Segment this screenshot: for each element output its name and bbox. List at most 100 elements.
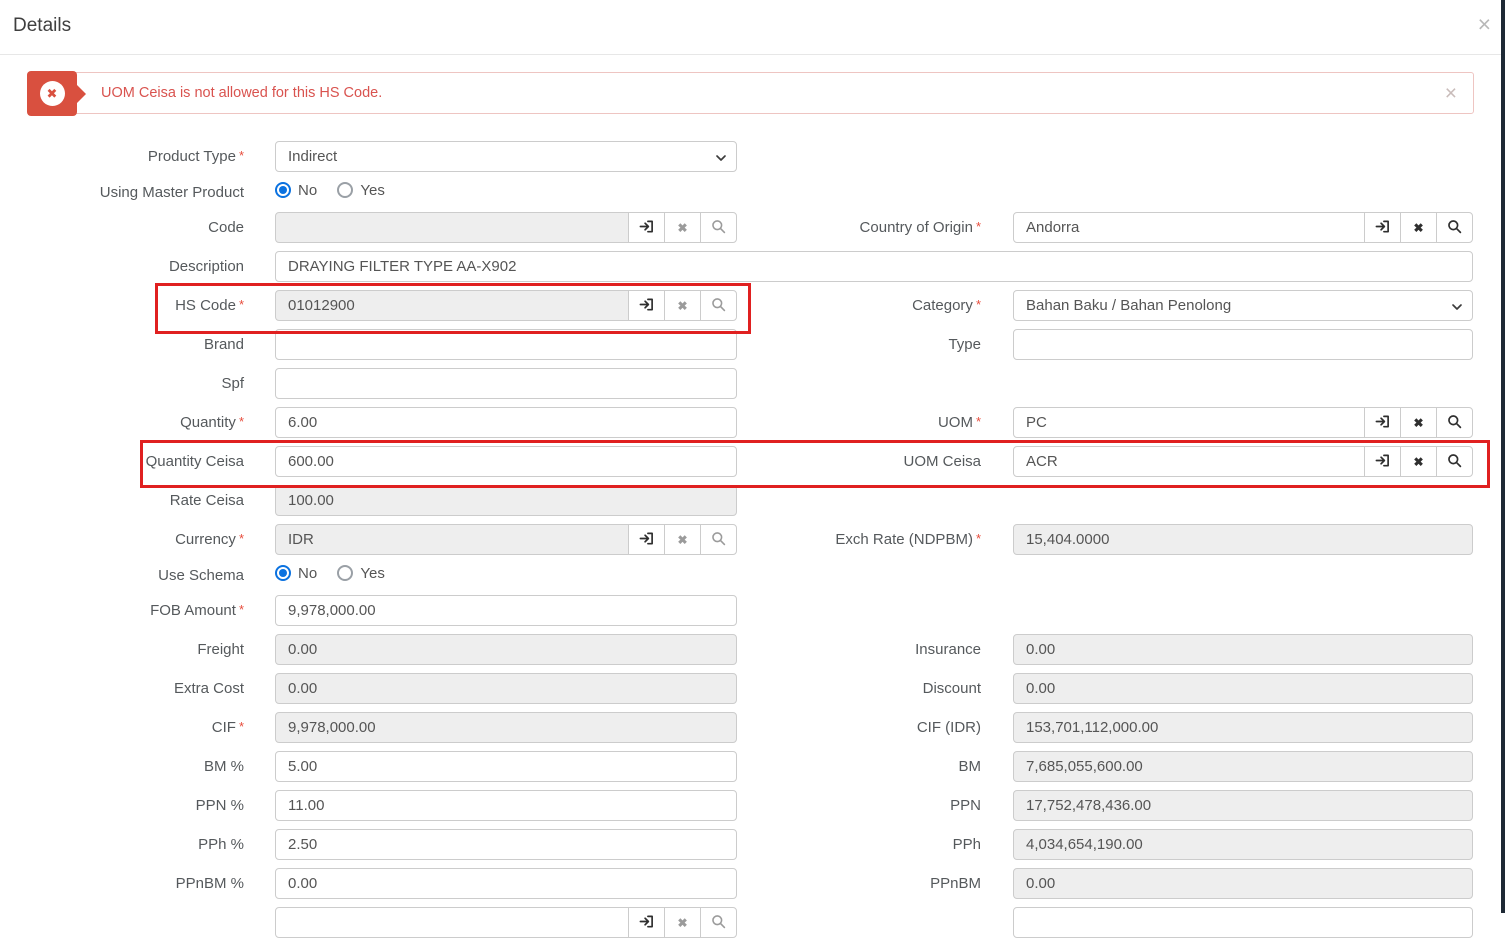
sign-in-icon	[639, 297, 654, 315]
clear-icon: ✖	[677, 917, 687, 929]
sign-in-icon	[1375, 453, 1390, 471]
hs-code-clear-button[interactable]: ✖	[664, 290, 701, 321]
category-label: Category	[912, 297, 973, 314]
clear-icon: ✖	[677, 534, 687, 546]
type-input[interactable]	[1013, 329, 1473, 360]
uom-ceisa-assign-button[interactable]	[1364, 446, 1401, 477]
pph-pct-input[interactable]	[275, 829, 737, 860]
hs-code-search-button[interactable]	[700, 290, 737, 321]
quantity-ceisa-highlight-row: Quantity Ceisa UOM Ceisa ✖	[0, 446, 1505, 477]
country-of-origin-assign-button[interactable]	[1364, 212, 1401, 243]
bm-pct-label: BM %	[0, 758, 244, 775]
close-icon[interactable]: ×	[1478, 13, 1491, 36]
ppnbm-label: PPnBM	[737, 875, 981, 892]
uom-ceisa-input[interactable]	[1013, 446, 1365, 477]
cif-label: CIF	[212, 719, 236, 736]
using-master-product-radio-no[interactable]: No	[275, 182, 317, 199]
using-master-product-label: Using Master Product	[0, 184, 244, 201]
uom-search-button[interactable]	[1436, 407, 1473, 438]
uom-clear-button[interactable]: ✖	[1400, 407, 1437, 438]
page-edge-scrollbar[interactable]	[1501, 0, 1505, 913]
cif-idr-label: CIF (IDR)	[737, 719, 981, 736]
discount-label: Discount	[737, 680, 981, 697]
details-form: Product Type * Indirect Using Master Prod…	[0, 141, 1505, 938]
country-of-origin-input[interactable]	[1013, 212, 1365, 243]
bm-pct-input[interactable]	[275, 751, 737, 782]
code-search-button[interactable]	[700, 212, 737, 243]
uom-ceisa-search-button[interactable]	[1436, 446, 1473, 477]
extra-cost-input	[275, 673, 737, 704]
code-assign-button[interactable]	[628, 212, 665, 243]
bm-label: BM	[737, 758, 981, 775]
required-asterisk: *	[976, 414, 981, 429]
fob-amount-input[interactable]	[275, 595, 737, 626]
dismiss-icon[interactable]: ×	[1445, 83, 1457, 104]
country-of-origin-label: Country of Origin	[860, 219, 973, 236]
description-input[interactable]	[275, 251, 1473, 282]
partial-search-button[interactable]	[700, 907, 737, 938]
rate-ceisa-input	[275, 485, 737, 516]
product-type-label: Product Type	[148, 148, 236, 165]
description-label: Description	[0, 258, 244, 275]
quantity-ceisa-label: Quantity Ceisa	[0, 453, 244, 470]
quantity-ceisa-input[interactable]	[275, 446, 737, 477]
spf-label: Spf	[0, 375, 244, 392]
product-type-select[interactable]: Indirect	[275, 141, 737, 172]
ppn-input	[1013, 790, 1473, 821]
currency-input	[275, 524, 629, 555]
required-asterisk: *	[976, 531, 981, 546]
ppn-label: PPN	[737, 797, 981, 814]
currency-assign-button[interactable]	[628, 524, 665, 555]
partial-assign-button[interactable]	[628, 907, 665, 938]
bm-input	[1013, 751, 1473, 782]
search-icon	[1447, 414, 1462, 432]
cif-idr-input	[1013, 712, 1473, 743]
sign-in-icon	[639, 219, 654, 237]
insurance-label: Insurance	[737, 641, 981, 658]
hs-code-assign-button[interactable]	[628, 290, 665, 321]
currency-search-button[interactable]	[700, 524, 737, 555]
partial-bottom-row: ✖	[0, 907, 1505, 938]
ppn-pct-label: PPN %	[0, 797, 244, 814]
hs-code-input	[275, 290, 629, 321]
use-schema-radio-yes[interactable]: Yes	[337, 565, 384, 582]
hs-code-label: HS Code	[175, 297, 236, 314]
search-icon	[711, 531, 726, 549]
type-label: Type	[737, 336, 981, 353]
exch-rate-label: Exch Rate (NDPBM)	[835, 531, 973, 548]
freight-label: Freight	[0, 641, 244, 658]
partial-bottom-right-input[interactable]	[1013, 907, 1473, 938]
ppnbm-pct-input[interactable]	[275, 868, 737, 899]
search-icon	[1447, 219, 1462, 237]
category-select[interactable]: Bahan Baku / Bahan Penolong	[1013, 290, 1473, 321]
country-of-origin-search-button[interactable]	[1436, 212, 1473, 243]
clear-icon: ✖	[677, 222, 687, 234]
search-icon	[711, 297, 726, 315]
partial-bottom-input[interactable]	[275, 907, 629, 938]
clear-icon: ✖	[677, 300, 687, 312]
using-master-product-radio-yes[interactable]: Yes	[337, 182, 384, 199]
uom-ceisa-clear-button[interactable]: ✖	[1400, 446, 1437, 477]
code-clear-button[interactable]: ✖	[664, 212, 701, 243]
use-schema-label: Use Schema	[0, 567, 244, 584]
country-of-origin-clear-button[interactable]: ✖	[1400, 212, 1437, 243]
clear-icon: ✖	[1413, 222, 1423, 234]
uom-ceisa-label: UOM Ceisa	[737, 453, 981, 470]
required-asterisk: *	[239, 531, 244, 546]
search-icon	[1447, 453, 1462, 471]
ppn-pct-input[interactable]	[275, 790, 737, 821]
spf-input[interactable]	[275, 368, 737, 399]
extra-cost-label: Extra Cost	[0, 680, 244, 697]
quantity-input[interactable]	[275, 407, 737, 438]
fob-amount-label: FOB Amount	[150, 602, 236, 619]
use-schema-radio-no[interactable]: No	[275, 565, 317, 582]
search-icon	[711, 914, 726, 932]
radio-selected-icon	[275, 182, 291, 198]
radio-unselected-icon	[337, 565, 353, 581]
currency-clear-button[interactable]: ✖	[664, 524, 701, 555]
partial-clear-button[interactable]: ✖	[664, 907, 701, 938]
uom-input[interactable]	[1013, 407, 1365, 438]
error-message: UOM Ceisa is not allowed for this HS Cod…	[101, 85, 382, 101]
brand-input[interactable]	[275, 329, 737, 360]
uom-assign-button[interactable]	[1364, 407, 1401, 438]
